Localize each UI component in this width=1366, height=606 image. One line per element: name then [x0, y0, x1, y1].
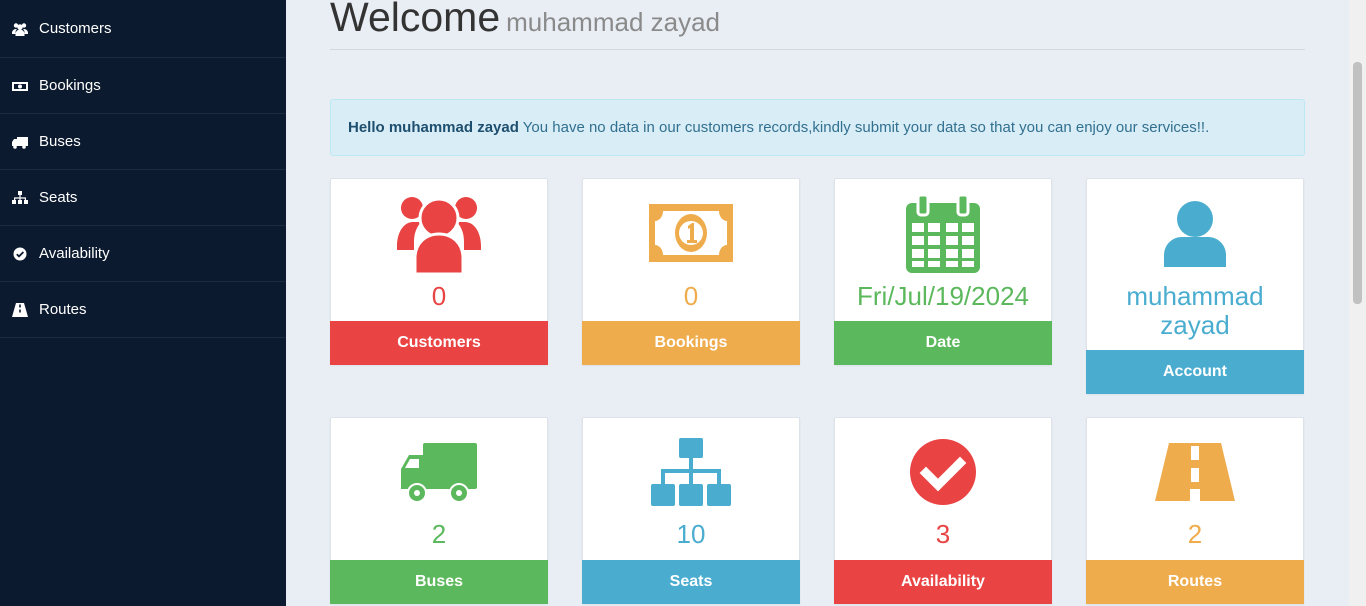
bookings-footer[interactable]: Bookings: [582, 321, 800, 365]
sidebar-item-label: Routes: [39, 301, 87, 318]
availability-card[interactable]: 3 Availability: [834, 417, 1052, 604]
bookings-count: 0: [683, 281, 699, 311]
buses-footer[interactable]: Buses: [330, 560, 548, 604]
sidebar-item-buses[interactable]: Buses: [0, 114, 286, 170]
calendar-icon: [906, 195, 980, 273]
seats-count: 10: [676, 519, 706, 549]
availability-footer[interactable]: Availability: [834, 560, 1052, 604]
alert-greeting: Hello muhammad zayad: [348, 119, 519, 136]
check-circle-icon: [11, 246, 29, 262]
sitemap-icon: [11, 190, 29, 206]
sidebar-item-label: Customers: [39, 20, 112, 37]
user-icon: [1164, 201, 1226, 267]
truck-icon: [11, 134, 29, 150]
info-alert: Hello muhammad zayad You have no data in…: [330, 99, 1305, 156]
alert-message: You have no data in our customers record…: [518, 119, 1210, 136]
sidebar-item-availability[interactable]: Availability: [0, 226, 286, 282]
scrollbar-thumb[interactable]: [1353, 62, 1362, 304]
sidebar-item-label: Availability: [39, 245, 110, 262]
money-icon: [11, 78, 29, 94]
customers-footer[interactable]: Customers: [330, 321, 548, 365]
money-icon: [649, 204, 733, 262]
routes-footer[interactable]: Routes: [1086, 560, 1304, 604]
main-content: Welcome muhammad zayad Hello muhammad zay…: [286, 0, 1349, 606]
sidebar-item-routes[interactable]: Routes: [0, 282, 286, 338]
date-card[interactable]: Fri/Jul/19/2024 Date: [834, 178, 1052, 365]
customers-card[interactable]: 0 Customers: [330, 178, 548, 365]
users-icon: [397, 197, 481, 274]
welcome-username: muhammad zayad: [506, 7, 721, 37]
bookings-card[interactable]: 0 Bookings: [582, 178, 800, 365]
check-circle-icon: [910, 439, 976, 505]
sitemap-icon: [651, 438, 731, 506]
truck-icon: [401, 443, 477, 503]
current-date: Fri/Jul/19/2024: [857, 281, 1029, 311]
sidebar-item-label: Seats: [39, 189, 78, 206]
welcome-heading: Welcome: [330, 0, 501, 40]
vertical-scrollbar[interactable]: [1349, 0, 1366, 606]
routes-card[interactable]: 2 Routes: [1086, 417, 1304, 604]
date-footer[interactable]: Date: [834, 321, 1052, 365]
customers-count: 0: [431, 281, 447, 311]
sidebar-item-seats[interactable]: Seats: [0, 170, 286, 226]
sidebar-item-label: Buses: [39, 133, 81, 150]
sidebar-item-bookings[interactable]: Bookings: [0, 58, 286, 114]
account-card[interactable]: muhammad zayad Account: [1086, 178, 1304, 394]
road-icon: [1155, 443, 1235, 501]
availability-count: 3: [935, 519, 951, 549]
sidebar-item-customers[interactable]: Customers: [0, 0, 286, 58]
users-icon: [11, 21, 29, 37]
sidebar-item-label: Bookings: [39, 77, 101, 94]
buses-count: 2: [431, 519, 447, 549]
buses-card[interactable]: 2 Buses: [330, 417, 548, 604]
account-username: muhammad zayad: [1126, 281, 1264, 340]
page-title: Welcome muhammad zayad: [330, 0, 1305, 50]
road-icon: [11, 302, 29, 318]
routes-count: 2: [1187, 519, 1203, 549]
seats-card[interactable]: 10 Seats: [582, 417, 800, 604]
seats-footer[interactable]: Seats: [582, 560, 800, 604]
sidebar: Customers Bookings Buses Seats Availabil…: [0, 0, 286, 606]
account-footer[interactable]: Account: [1086, 350, 1304, 394]
